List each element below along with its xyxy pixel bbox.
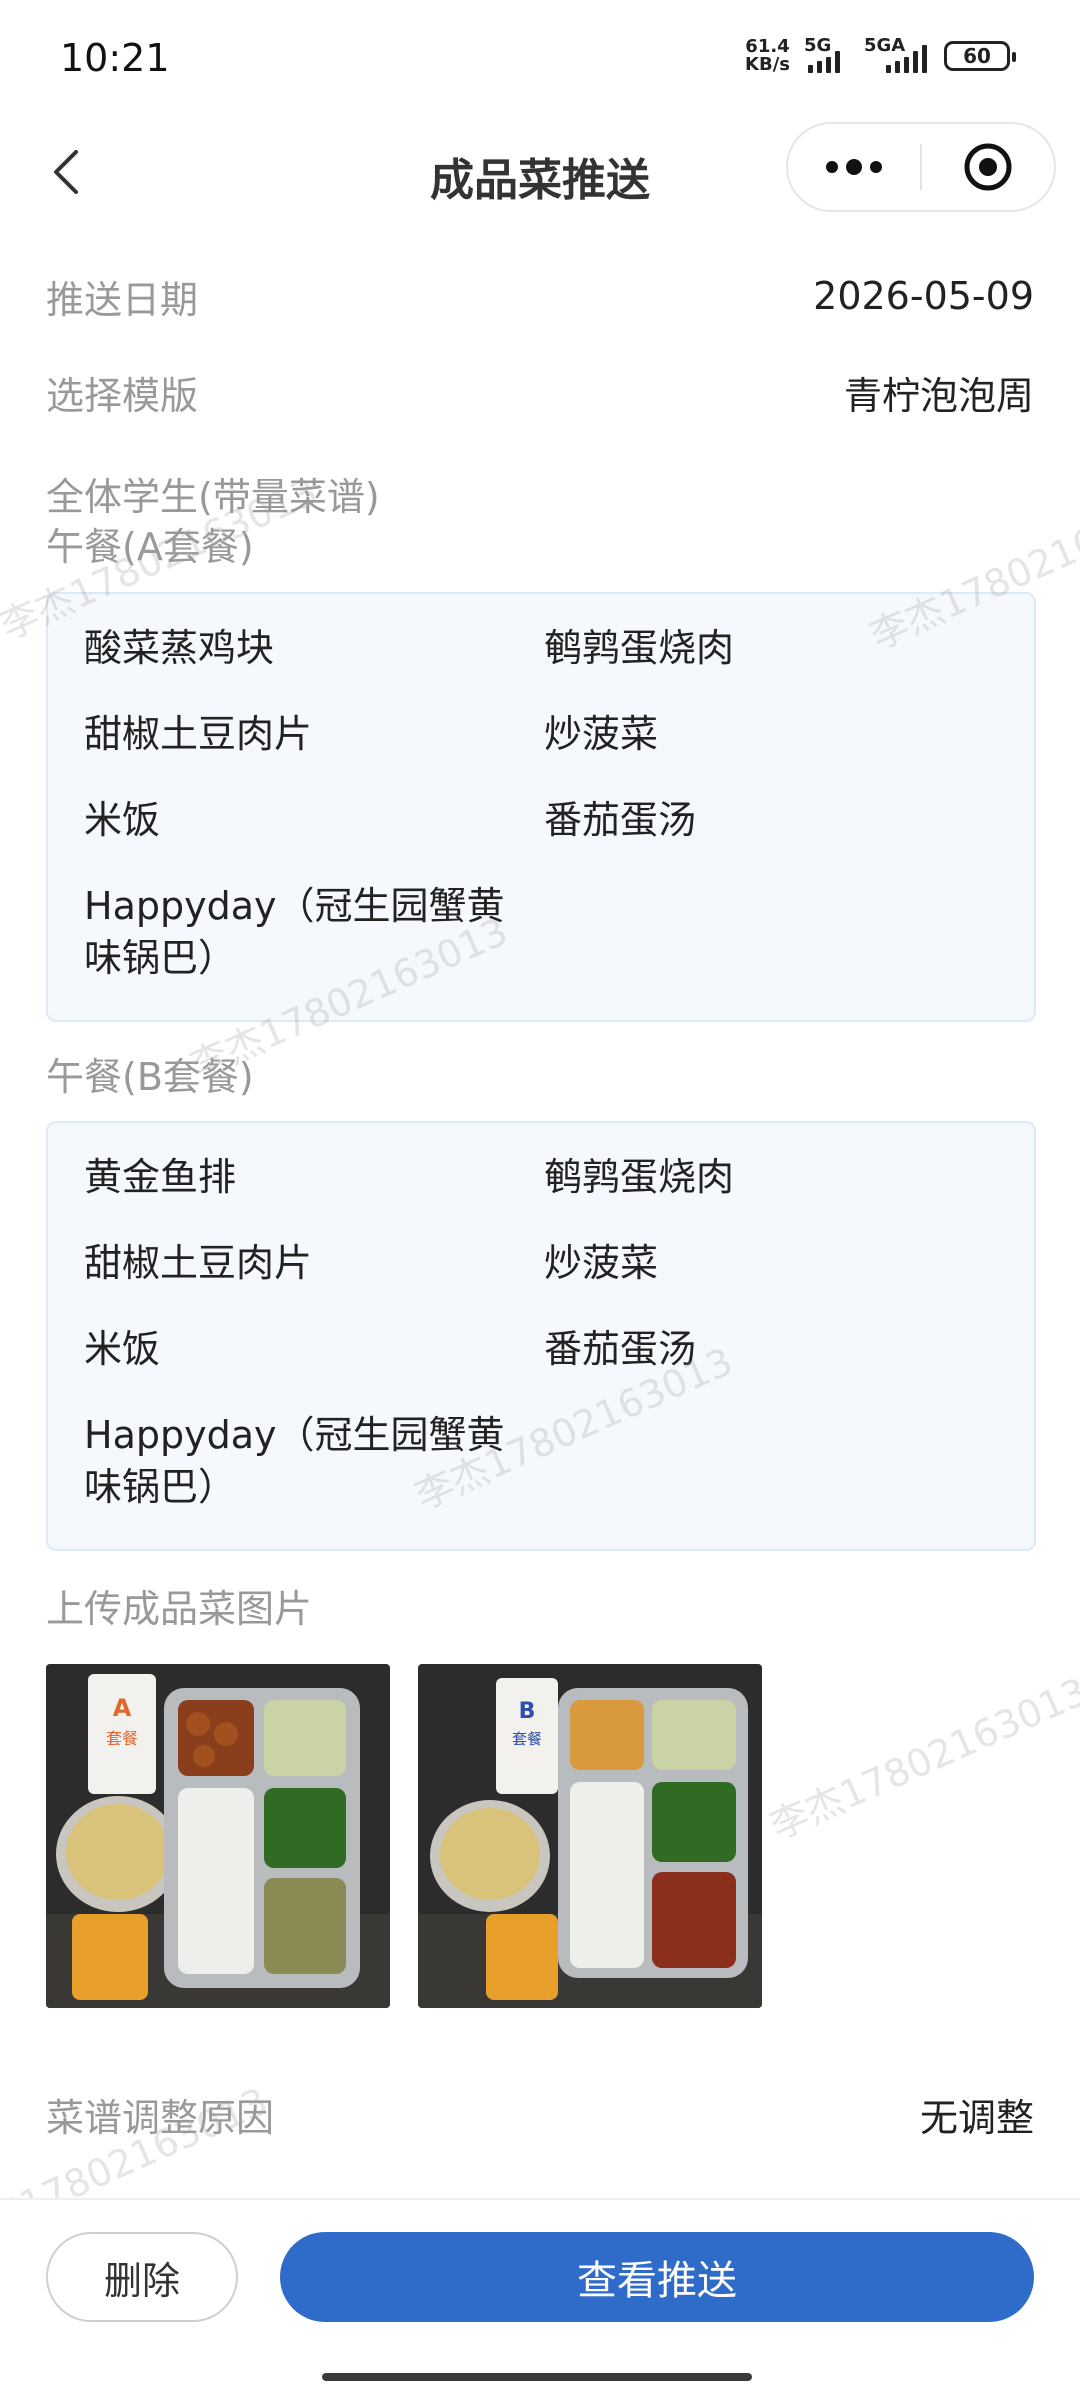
push-date-value: 2026-05-09: [813, 274, 1034, 318]
view-push-button[interactable]: 查看推送: [280, 2232, 1034, 2322]
signal-5ga-label: 5GA: [864, 35, 906, 56]
signal-5g-icon: 5G: [804, 35, 850, 73]
network-speed: 61.4 KB/s: [745, 38, 790, 74]
adjust-reason-value: 无调整: [919, 2095, 1034, 2140]
lunch-b-title: 午餐(B套餐): [46, 1055, 254, 1099]
navigation-bar: 成品菜推送: [0, 122, 1080, 222]
menu-item: 鹌鹑蛋烧肉: [544, 1155, 735, 1199]
card-text: 套餐: [106, 1729, 138, 1748]
meal-photo-a[interactable]: A 套餐: [46, 1664, 390, 2008]
template-row[interactable]: 选择模版 青柠泡泡周: [46, 364, 1034, 420]
student-group-label: 全体学生(带量菜谱): [46, 475, 380, 519]
push-date-row[interactable]: 推送日期 2026-05-09: [46, 268, 1034, 324]
menu-item: 米饭: [84, 798, 161, 842]
adjust-reason-label: 菜谱调整原因: [46, 2095, 275, 2140]
battery-level: 60: [963, 44, 991, 68]
more-button[interactable]: [788, 124, 920, 210]
template-label: 选择模版: [46, 373, 199, 418]
lunch-b-menu-card: 黄金鱼排 鹌鹑蛋烧肉 甜椒土豆肉片 炒菠菜 米饭 番茄蛋汤 Happyday（冠…: [46, 1121, 1036, 1551]
menu-item: 番茄蛋汤: [544, 798, 697, 842]
menu-item: 甜椒土豆肉片: [84, 712, 313, 756]
menu-item: Happyday（冠生园蟹黄: [84, 884, 505, 928]
menu-item: 鹌鹑蛋烧肉: [544, 626, 735, 670]
menu-item: 米饭: [84, 1327, 161, 1371]
status-icons: 61.4 KB/s 5G 5GA 60: [745, 35, 1016, 74]
page: 10:21 61.4 KB/s 5G 5GA 60 成品菜推送 推送日期 202…: [0, 0, 1080, 2400]
close-mini-program-button[interactable]: [922, 124, 1054, 210]
signal-5g-label: 5G: [804, 35, 832, 56]
upload-photos-label: 上传成品菜图片: [46, 1587, 313, 1631]
status-time: 10:21: [60, 36, 170, 80]
lunch-a-menu-card: 酸菜蒸鸡块 鹌鹑蛋烧肉 甜椒土豆肉片 炒菠菜 米饭 番茄蛋汤 Happyday（…: [46, 592, 1036, 1022]
menu-item: 味锅巴）: [84, 1465, 237, 1509]
home-indicator[interactable]: [322, 2373, 752, 2381]
menu-item: Happyday（冠生园蟹黄: [84, 1413, 505, 1457]
delete-button[interactable]: 删除: [46, 2232, 238, 2322]
mini-program-capsule: [786, 122, 1056, 212]
battery-icon: 60: [944, 41, 1016, 71]
signal-5ga-icon: 5GA: [864, 35, 930, 73]
bottom-action-bar: 删除 查看推送: [0, 2198, 1080, 2358]
menu-item: 炒菠菜: [544, 712, 659, 756]
menu-item: 甜椒土豆肉片: [84, 1241, 313, 1285]
card-text: 套餐: [512, 1730, 542, 1748]
meal-photo-a-image: A 套餐: [46, 1664, 390, 2008]
status-bar: 10:21 61.4 KB/s 5G 5GA 60: [0, 0, 1080, 120]
template-value: 青柠泡泡周: [843, 373, 1034, 418]
network-speed-unit: KB/s: [745, 54, 790, 75]
menu-item: 酸菜蒸鸡块: [84, 626, 275, 670]
more-dots-icon: [826, 159, 882, 175]
target-icon: [964, 143, 1012, 191]
card-letter: B: [519, 1699, 536, 1724]
menu-item: 味锅巴）: [84, 936, 237, 980]
lunch-a-title: 午餐(A套餐): [46, 525, 254, 569]
watermark: 李杰17802163013: [763, 1669, 1080, 1849]
meal-photo-b[interactable]: B 套餐: [418, 1664, 762, 2008]
adjust-reason-row: 菜谱调整原因 无调整: [46, 2086, 1034, 2142]
menu-item: 番茄蛋汤: [544, 1327, 697, 1371]
menu-item: 炒菠菜: [544, 1241, 659, 1285]
push-date-label: 推送日期: [46, 277, 199, 322]
meal-photo-b-image: B 套餐: [418, 1664, 762, 2008]
menu-item: 黄金鱼排: [84, 1155, 237, 1199]
card-letter: A: [113, 1694, 132, 1722]
